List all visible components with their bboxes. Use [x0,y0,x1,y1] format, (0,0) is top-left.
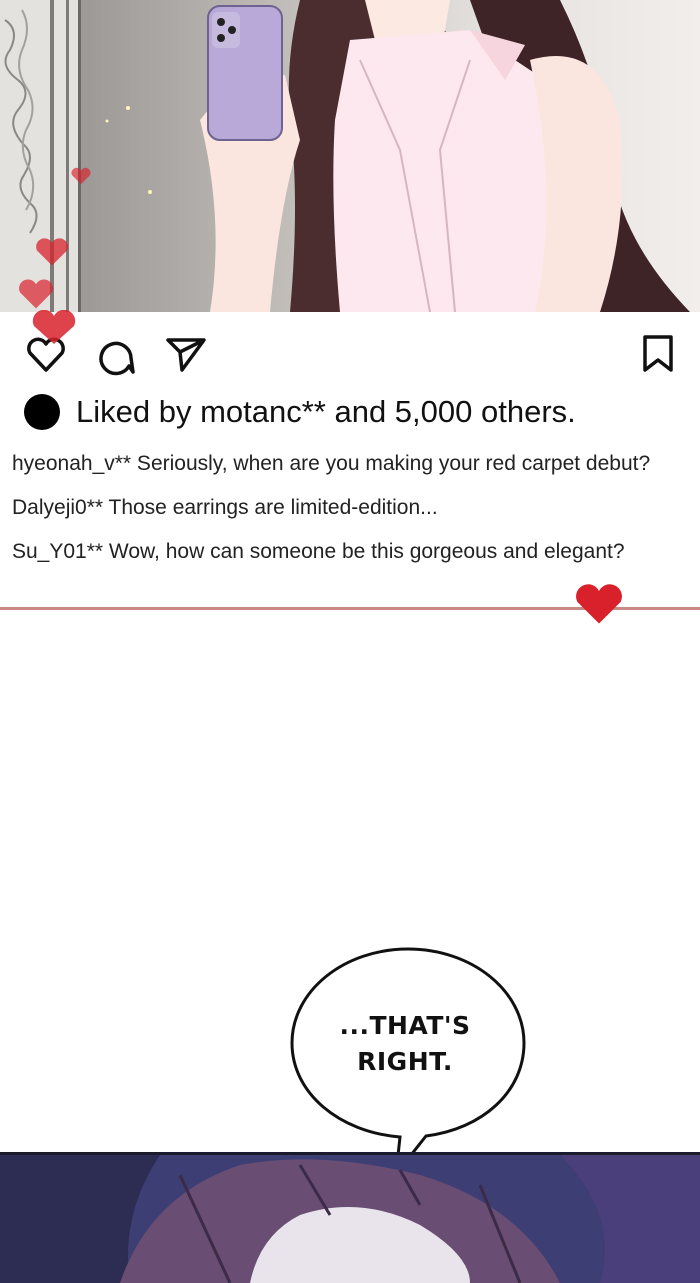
panel-illustration [0,1155,700,1283]
speech-text: ...THAT'S RIGHT. [320,1008,490,1080]
small-heart-icon [36,238,68,266]
post-actions [0,310,700,388]
small-heart-icon [19,279,53,309]
comment-icon[interactable] [96,336,136,376]
floating-heart-icon [32,310,76,344]
speech-line-2: RIGHT. [357,1047,453,1076]
likes-text: Liked by motanc** and 5,000 others. [76,394,576,429]
post-photo [0,0,700,312]
comment-item: Dalyeji0** Those earrings are limited-ed… [12,496,438,519]
bookmark-icon[interactable] [642,334,674,374]
comment-item: Su_Y01** Wow, how can someone be this go… [12,540,625,563]
selfie-illustration [0,0,700,312]
speech-line-1: ...THAT'S [339,1011,471,1040]
comment-item: hyeonah_v** Seriously, when are you maki… [12,452,651,475]
divider-heart-icon [576,584,622,624]
avatar [24,394,60,430]
likes-summary: Liked by motanc** and 5,000 others. [24,392,576,432]
send-icon[interactable] [164,334,208,374]
small-heart-icon [71,167,91,185]
next-panel [0,1152,700,1283]
